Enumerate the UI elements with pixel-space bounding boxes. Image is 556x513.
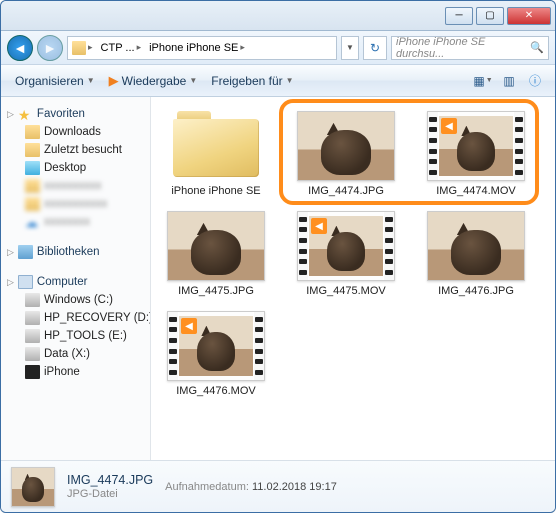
- toolbar: Organisieren▼ ▶Wiedergabe▼ Freigeben für…: [1, 65, 555, 97]
- search-input[interactable]: iPhone iPhone SE durchsu... 🔍: [391, 36, 549, 60]
- explorer-window: ─ ▢ ✕ ◄ ► ▸ CTP ...▸ iPhone iPhone SE▸ ▼…: [0, 0, 556, 513]
- details-pane: IMG_4474.JPG JPG-Datei Aufnahmedatum: 11…: [1, 460, 555, 512]
- breadcrumb[interactable]: ▸ CTP ...▸ iPhone iPhone SE▸: [67, 36, 337, 60]
- thumbnail-video: ◀: [298, 212, 394, 280]
- sidebar-blurred-2[interactable]: xxxxxxxxxxx: [1, 195, 150, 213]
- desktop-icon: [25, 161, 40, 175]
- view-menu[interactable]: ▦▼: [471, 70, 495, 92]
- playback-button[interactable]: ▶Wiedergabe▼: [103, 70, 204, 92]
- file-img-4475-mov[interactable]: ◀ IMG_4475.MOV: [291, 211, 401, 297]
- file-img-4475-jpg[interactable]: IMG_4475.JPG: [161, 211, 271, 297]
- file-img-4476-jpg[interactable]: IMG_4476.JPG: [421, 211, 531, 297]
- phone-icon: [25, 365, 40, 379]
- help-button[interactable]: ⓘ: [523, 70, 547, 92]
- thumbnail-image: [168, 212, 264, 280]
- file-label: IMG_4475.JPG: [178, 285, 254, 297]
- play-badge-icon: ◀: [311, 218, 327, 234]
- details-filename: IMG_4474.JPG: [67, 473, 153, 487]
- search-icon: 🔍: [530, 41, 544, 54]
- folder-icon: [25, 179, 40, 193]
- sidebar-drive-c[interactable]: Windows (C:): [1, 291, 150, 309]
- breadcrumb-dropdown[interactable]: ▼: [341, 36, 359, 60]
- content-area[interactable]: iPhone iPhone SE IMG_4474.JPG ◀ IMG_4474…: [151, 97, 555, 460]
- sidebar-drive-x[interactable]: Data (X:): [1, 345, 150, 363]
- file-label: IMG_4474.MOV: [436, 185, 515, 197]
- disk-icon: [25, 311, 40, 325]
- file-img-4474-jpg[interactable]: IMG_4474.JPG: [291, 111, 401, 197]
- thumbnail-video: ◀: [168, 312, 264, 380]
- thumbnail-video: ◀: [428, 112, 524, 180]
- disk-icon: [25, 329, 40, 343]
- file-label: iPhone iPhone SE: [171, 185, 260, 197]
- large-folder-icon: [173, 111, 259, 177]
- file-img-4476-mov[interactable]: ◀ IMG_4476.MOV: [161, 311, 271, 397]
- folder-icon: [25, 125, 40, 139]
- file-label: IMG_4476.MOV: [176, 385, 255, 397]
- sidebar-downloads[interactable]: Downloads: [1, 123, 150, 141]
- folder-icon: [25, 197, 40, 211]
- organize-menu[interactable]: Organisieren▼: [9, 71, 101, 91]
- breadcrumb-seg2[interactable]: iPhone iPhone SE▸: [145, 37, 249, 59]
- sidebar-desktop[interactable]: Desktop: [1, 159, 150, 177]
- sidebar-iphone[interactable]: iPhone: [1, 363, 150, 381]
- sidebar-drive-e[interactable]: HP_TOOLS (E:): [1, 327, 150, 345]
- sidebar-recent[interactable]: Zuletzt besucht: [1, 141, 150, 159]
- breadcrumb-root[interactable]: ▸: [68, 37, 97, 59]
- file-label: IMG_4474.JPG: [308, 185, 384, 197]
- file-folder[interactable]: iPhone iPhone SE: [161, 111, 271, 197]
- details-meta: Aufnahmedatum: 11.02.2018 19:17: [165, 481, 337, 493]
- sidebar-drive-d[interactable]: HP_RECOVERY (D:): [1, 309, 150, 327]
- navbar: ◄ ► ▸ CTP ...▸ iPhone iPhone SE▸ ▼ ↻ iPh…: [1, 31, 555, 65]
- sidebar-blurred-1[interactable]: xxxxxxxxxx: [1, 177, 150, 195]
- sidebar-libraries[interactable]: ▷Bibliotheken: [1, 243, 150, 261]
- back-button[interactable]: ◄: [7, 35, 33, 61]
- thumbnail-image: [298, 112, 394, 180]
- details-thumbnail: [11, 467, 55, 507]
- preview-pane-button[interactable]: ▥: [497, 70, 521, 92]
- sidebar-computer[interactable]: ▷Computer: [1, 273, 150, 291]
- cloud-icon: ☁: [25, 215, 40, 229]
- forward-button[interactable]: ►: [37, 35, 63, 61]
- refresh-button[interactable]: ↻: [363, 36, 387, 60]
- play-badge-icon: ◀: [181, 318, 197, 334]
- body: ▷★Favoriten Downloads Zuletzt besucht De…: [1, 97, 555, 460]
- folder-icon: [25, 143, 40, 157]
- sidebar: ▷★Favoriten Downloads Zuletzt besucht De…: [1, 97, 151, 460]
- play-badge-icon: ◀: [441, 118, 457, 134]
- maximize-button[interactable]: ▢: [476, 7, 504, 25]
- share-menu[interactable]: Freigeben für▼: [205, 71, 299, 91]
- disk-icon: [25, 293, 40, 307]
- sidebar-blurred-3[interactable]: ☁xxxxxxxx: [1, 213, 150, 231]
- details-filetype: JPG-Datei: [67, 488, 153, 500]
- breadcrumb-seg1[interactable]: CTP ...▸: [97, 37, 146, 59]
- star-icon: ★: [18, 107, 33, 121]
- close-button[interactable]: ✕: [507, 7, 551, 25]
- play-icon: ▶: [109, 73, 119, 89]
- library-icon: [18, 245, 33, 259]
- folder-icon: [72, 41, 86, 55]
- sidebar-favorites[interactable]: ▷★Favoriten: [1, 105, 150, 123]
- disk-icon: [25, 347, 40, 361]
- file-label: IMG_4475.MOV: [306, 285, 385, 297]
- thumbnail-image: [428, 212, 524, 280]
- file-img-4474-mov[interactable]: ◀ IMG_4474.MOV: [421, 111, 531, 197]
- computer-icon: [18, 275, 33, 289]
- file-label: IMG_4476.JPG: [438, 285, 514, 297]
- search-placeholder: iPhone iPhone SE durchsu...: [396, 36, 526, 60]
- titlebar: ─ ▢ ✕: [1, 1, 555, 31]
- minimize-button[interactable]: ─: [445, 7, 473, 25]
